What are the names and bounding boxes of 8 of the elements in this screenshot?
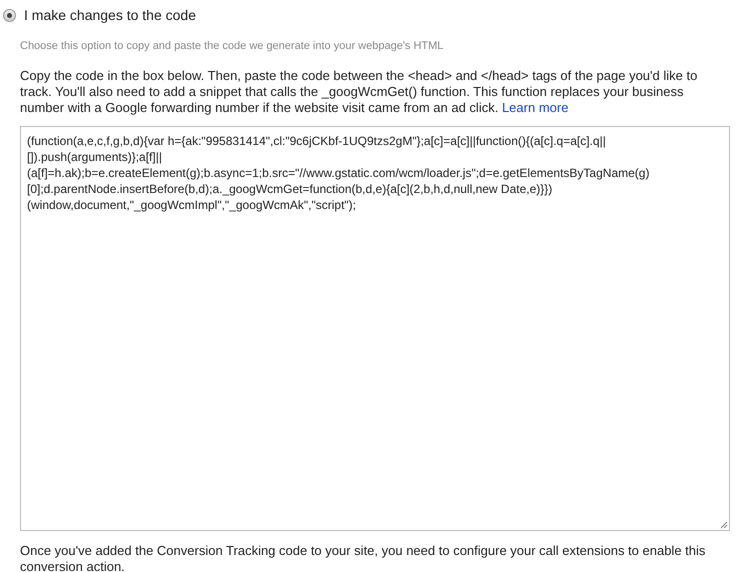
radio-button[interactable] bbox=[3, 9, 16, 22]
hint-text: Choose this option to copy and paste the code we generate into your webpage's HTML bbox=[20, 39, 444, 54]
code-box[interactable]: (function(a,e,c,f,g,b,d){var h={ak:"995831414",cl:"9c6jCKbf-1UQ9tzs2gM"};a[c]=a[c]||function(){(a[c].q=a[c].q||[]).push(arguments)};a[f]||(a[f]=h.ak);b=e.createElement(g);b.async=1;b.src="//www.gstatic.com/wcm/loader.js";d=e.getElementsByTagName(g)[0];d.parentNode.insertBefore(b,d);a._googWcmGet=function(b,d,e){a[c](2,b,h,d,null,new Date,e)}})(window,document,"_googWcmImpl","_googWcmAk","script"); bbox=[20, 126, 730, 530]
resize-handle-icon[interactable] bbox=[720, 520, 728, 528]
footer-text: Once you've added the Conversion Tracking code to your site, you need to configure your call extensions to enable this conversion action. bbox=[20, 542, 706, 572]
option-label: I make changes to the code bbox=[24, 6, 196, 25]
learn-more-link[interactable]: Learn more bbox=[502, 100, 568, 114]
instructions-text: Copy the code in the box below. Then, paste the code between the <head> and </head> tags of the page you'd like to track. You'll also need to add a snippet that calls the _googWcmGet() function. This function replaces your business number with a Google forwarding number if the website visit came from an ad click. Learn more bbox=[20, 68, 698, 116]
